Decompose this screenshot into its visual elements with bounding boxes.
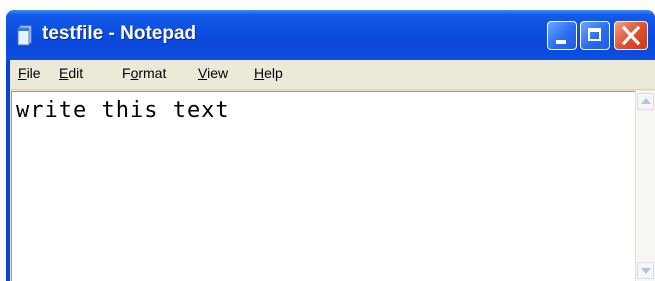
minimize-icon [556,40,566,44]
menu-view[interactable]: View [198,65,228,81]
scroll-up-button[interactable] [637,93,654,110]
menu-format[interactable]: Format [122,65,166,81]
scroll-down-arrow-icon [641,268,651,274]
text-editor[interactable]: write this text [11,91,635,281]
menu-edit-label: dit [68,65,84,81]
notepad-icon [17,25,32,46]
menu-help-accelerator: H [254,65,265,81]
menu-view-accelerator: V [198,65,208,81]
menu-help-label: elp [264,65,283,81]
vertical-scrollbar[interactable] [635,91,655,281]
close-button[interactable] [614,21,648,50]
menu-view-label: iew [207,65,229,81]
menu-file[interactable]: File [18,65,41,81]
menu-file-label: ile [26,65,41,81]
window-client-area: File Edit Format View Help write this te… [10,60,655,281]
menu-format-label: rmat [138,65,167,81]
scroll-down-button[interactable] [637,262,654,279]
menu-edit-accelerator: E [59,65,69,81]
maximize-button[interactable] [580,21,610,50]
scroll-up-arrow-icon [641,98,651,104]
close-icon [621,25,641,46]
minimize-button[interactable] [547,21,577,50]
menu-edit[interactable]: Edit [59,65,83,81]
menu-bar: File Edit Format View Help [10,60,655,90]
editor-text: write this text [16,98,230,123]
maximize-icon [588,28,601,41]
title-bar[interactable]: testfile - Notepad [6,10,655,60]
window-title: testfile - Notepad [42,23,197,44]
menu-file-accelerator: F [18,65,27,81]
menu-format-label-pre: F [122,65,131,81]
notepad-window: testfile - Notepad File Edit Format View… [6,10,655,281]
menu-help[interactable]: Help [254,65,283,81]
